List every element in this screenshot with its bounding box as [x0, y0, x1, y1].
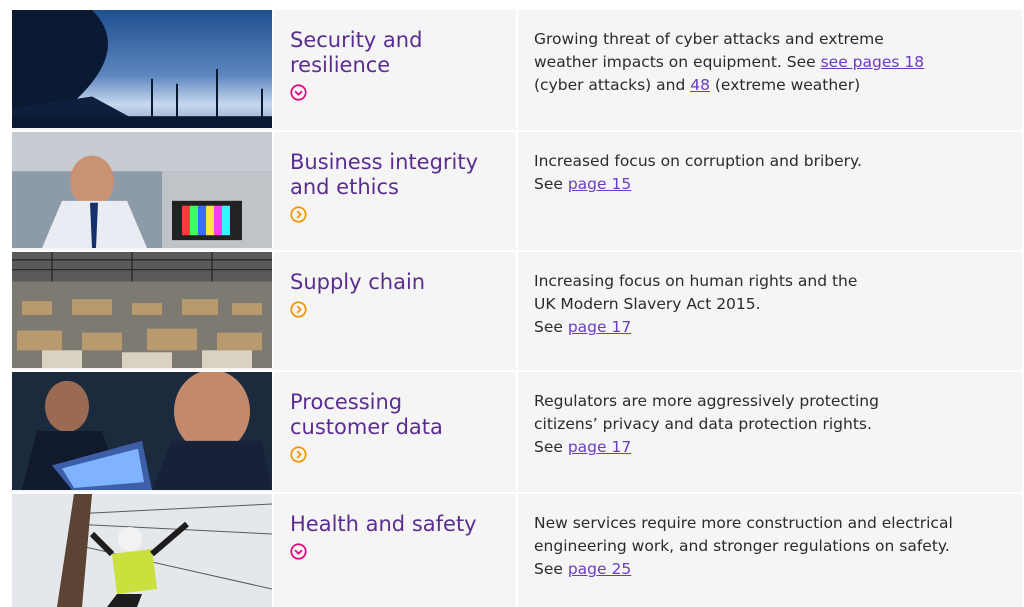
description-line: Regulators are more aggressively protect…: [534, 392, 879, 410]
description-line: engineering work, and stronger regulatio…: [534, 537, 950, 555]
description-cell: New services require more construction a…: [516, 494, 1022, 607]
topic-title: Processing customer data: [290, 390, 443, 439]
description-line: See page 15: [534, 173, 1010, 196]
description-text: See: [534, 318, 568, 336]
description-text: (cyber attacks) and: [534, 76, 691, 94]
table-row: Security and resilience Growing threat o…: [12, 10, 1022, 132]
description-line: Increasing focus on human rights and the: [534, 272, 858, 290]
satellite-dish-photo: [12, 10, 272, 128]
description-text: weather impacts on equipment. See: [534, 53, 821, 71]
table-row: Health and safety New services require m…: [12, 494, 1022, 607]
description-line: New services require more construction a…: [534, 514, 953, 532]
description-line: citizens’ privacy and data protection ri…: [534, 415, 872, 433]
topic-title: Health and safety: [290, 512, 477, 536]
topic-title: Supply chain: [290, 270, 426, 294]
description-line: weather impacts on equipment. See see pa…: [534, 51, 1010, 74]
description-text: See: [534, 560, 568, 578]
topic-cell: Supply chain: [272, 252, 516, 368]
page-link[interactable]: page 25: [568, 560, 631, 578]
utility-pole-worker-photo: [12, 494, 272, 607]
description-line: (cyber attacks) and 48 (extreme weather): [534, 74, 1010, 97]
table-row: Supply chain Increasing focus on human r…: [12, 252, 1022, 372]
topic-cell: Business integrity and ethics: [272, 132, 516, 248]
description-cell: Growing threat of cyber attacks and extr…: [516, 10, 1022, 128]
warehouse-photo: [12, 252, 272, 368]
description-text: See: [534, 175, 568, 193]
topic-cell: Processing customer data: [272, 372, 516, 490]
chevron-right-circle-icon[interactable]: [290, 206, 307, 223]
description-text: See: [534, 438, 568, 456]
chevron-down-circle-icon[interactable]: [290, 84, 307, 101]
page-link[interactable]: page 17: [568, 318, 631, 336]
page-link[interactable]: see pages 18: [821, 53, 925, 71]
description-line: Increased focus on corruption and briber…: [534, 152, 862, 170]
chevron-right-circle-icon[interactable]: [290, 301, 307, 318]
topic-cell: Health and safety: [272, 494, 516, 607]
description-line: See page 17: [534, 436, 1010, 459]
table-row: Processing customer data Regulators are …: [12, 372, 1022, 494]
description-text: (extreme weather): [709, 76, 861, 94]
topic-title: Security and resilience: [290, 28, 423, 77]
laptop-workers-photo: [12, 372, 272, 490]
chevron-down-circle-icon[interactable]: [290, 543, 307, 560]
topic-cell: Security and resilience: [272, 10, 516, 128]
topic-title: Business integrity and ethics: [290, 150, 479, 199]
chevron-right-circle-icon[interactable]: [290, 446, 307, 463]
description-cell: Regulators are more aggressively protect…: [516, 372, 1022, 490]
control-room-photo: [12, 132, 272, 248]
description-line: See page 25: [534, 558, 1010, 581]
description-cell: Increasing focus on human rights and the…: [516, 252, 1022, 368]
description-line: Growing threat of cyber attacks and extr…: [534, 30, 884, 48]
description-line: UK Modern Slavery Act 2015.: [534, 295, 761, 313]
page-link[interactable]: 48: [690, 76, 710, 94]
description-cell: Increased focus on corruption and briber…: [516, 132, 1022, 248]
page-link[interactable]: page 15: [568, 175, 631, 193]
table-row: Business integrity and ethics Increased …: [12, 132, 1022, 252]
risk-table: Security and resilience Growing threat o…: [12, 10, 1022, 607]
description-line: See page 17: [534, 316, 1010, 339]
page-link[interactable]: page 17: [568, 438, 631, 456]
